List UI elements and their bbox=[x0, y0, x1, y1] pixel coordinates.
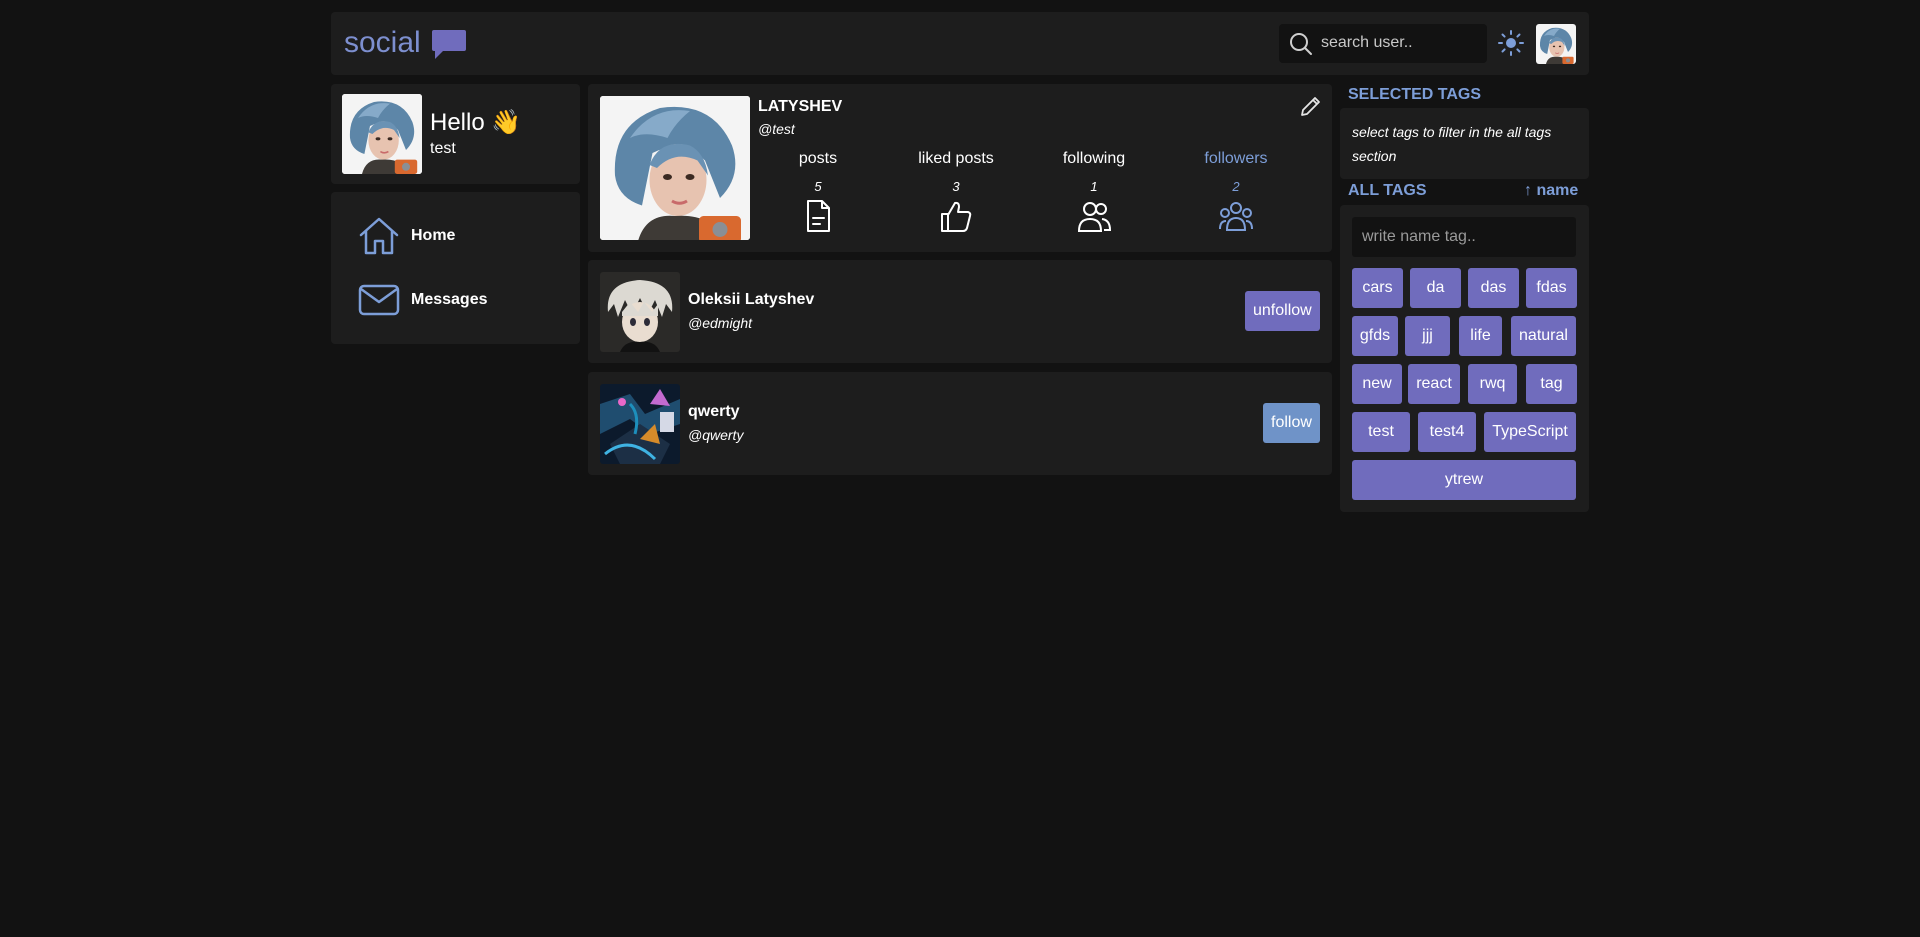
sidebar-item-label: Home bbox=[411, 227, 456, 244]
sidebar-item-home[interactable]: Home bbox=[357, 214, 455, 258]
tag-chip[interactable]: react bbox=[1408, 364, 1460, 404]
search-icon bbox=[1289, 32, 1313, 61]
tag-chip[interactable]: fdas bbox=[1526, 268, 1577, 308]
follow-card: qwerty @qwerty follow bbox=[588, 372, 1332, 475]
header-avatar[interactable] bbox=[1536, 24, 1576, 64]
sun-icon[interactable] bbox=[1497, 29, 1525, 62]
avatar bbox=[600, 384, 680, 464]
unfollow-button[interactable]: unfollow bbox=[1245, 291, 1320, 331]
profile-avatar bbox=[600, 96, 750, 240]
tag-chip[interactable]: test4 bbox=[1418, 412, 1476, 452]
sort-by-name-button[interactable]: ↑ name bbox=[1524, 182, 1578, 200]
tag-chip[interactable]: natural bbox=[1511, 316, 1576, 356]
tag-search-input[interactable] bbox=[1352, 217, 1576, 257]
sidebar-nav: Home Messages bbox=[331, 192, 580, 344]
top-header: social bbox=[331, 12, 1589, 75]
search-input[interactable] bbox=[1321, 32, 1481, 54]
tag-chip[interactable]: da bbox=[1410, 268, 1461, 308]
follow-name[interactable]: qwerty bbox=[688, 403, 740, 421]
tag-chip[interactable]: das bbox=[1468, 268, 1519, 308]
tag-chip[interactable]: new bbox=[1352, 364, 1402, 404]
envelope-icon bbox=[358, 284, 400, 316]
greeting-text: Hello 👋 bbox=[430, 109, 522, 136]
group-icon bbox=[1219, 202, 1253, 231]
follow-handle: @qwerty bbox=[688, 427, 744, 443]
tag-chip[interactable]: TypeScript bbox=[1484, 412, 1576, 452]
follow-card: Oleksii Latyshev @edmight unfollow bbox=[588, 260, 1332, 363]
tag-chip[interactable]: ytrew bbox=[1352, 460, 1576, 500]
chat-bubble-icon[interactable] bbox=[431, 29, 467, 66]
follow-name[interactable]: Oleksii Latyshev bbox=[688, 291, 814, 309]
sidebar-item-messages[interactable]: Messages bbox=[357, 278, 488, 322]
users-icon bbox=[1077, 202, 1112, 232]
tag-chip[interactable]: rwq bbox=[1468, 364, 1517, 404]
all-tags-panel: cars da das fdas gfds jjj life natural n… bbox=[1340, 205, 1589, 512]
stat-posts[interactable]: posts 5 bbox=[748, 150, 888, 239]
selected-tags-panel: select tags to filter in the all tags se… bbox=[1340, 108, 1589, 179]
tag-chip[interactable]: jjj bbox=[1405, 316, 1450, 356]
home-icon bbox=[359, 217, 399, 255]
greeting-username: test bbox=[430, 140, 456, 157]
profile-name: LATYSHEV bbox=[758, 98, 843, 115]
all-tags-title: ALL TAGS bbox=[1348, 182, 1427, 199]
thumbs-up-icon bbox=[941, 201, 972, 232]
tag-chip[interactable]: tag bbox=[1526, 364, 1577, 404]
tag-chip[interactable]: cars bbox=[1352, 268, 1403, 308]
stat-liked-posts[interactable]: liked posts 3 bbox=[886, 150, 1026, 239]
tag-chip[interactable]: life bbox=[1459, 316, 1502, 356]
tag-chip[interactable]: gfds bbox=[1352, 316, 1398, 356]
greeting-card: Hello 👋 test bbox=[331, 84, 580, 184]
document-icon bbox=[807, 200, 830, 232]
logo-text[interactable]: social bbox=[344, 26, 421, 60]
selected-tags-title: SELECTED TAGS bbox=[1348, 86, 1482, 103]
tag-chip[interactable]: test bbox=[1352, 412, 1410, 452]
stat-following[interactable]: following 1 bbox=[1024, 150, 1164, 239]
stat-followers[interactable]: followers 2 bbox=[1166, 150, 1306, 239]
follow-handle: @edmight bbox=[688, 315, 753, 331]
search-box bbox=[1279, 24, 1487, 63]
pencil-icon[interactable] bbox=[1299, 94, 1323, 123]
profile-card: LATYSHEV @test posts 5 liked posts 3 fol… bbox=[588, 84, 1332, 252]
sidebar-item-label: Messages bbox=[411, 291, 488, 308]
follow-button[interactable]: follow bbox=[1263, 403, 1320, 443]
profile-handle: @test bbox=[758, 121, 795, 137]
selected-tags-hint: select tags to filter in the all tags se… bbox=[1352, 124, 1552, 164]
avatar bbox=[600, 272, 680, 352]
avatar bbox=[342, 94, 422, 174]
